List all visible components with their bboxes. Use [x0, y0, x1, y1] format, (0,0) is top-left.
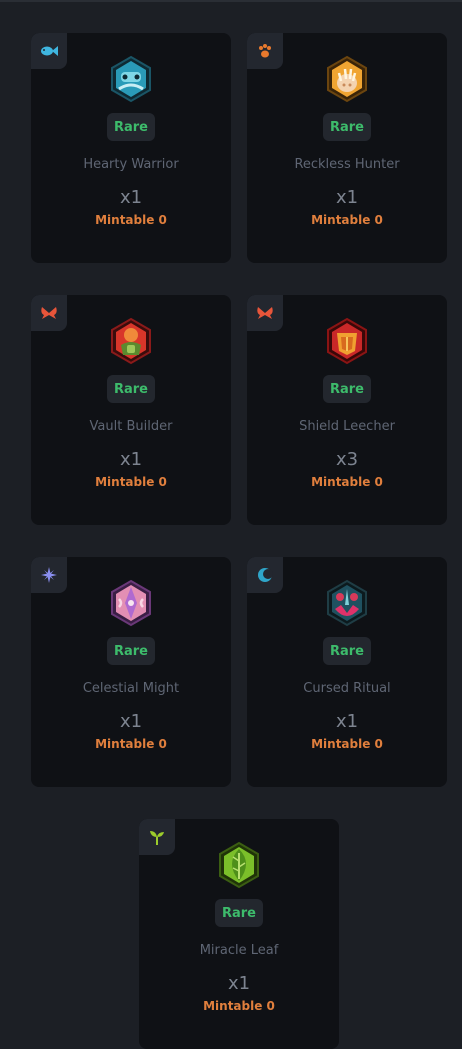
card-name: Reckless Hunter — [294, 157, 400, 172]
paw-icon — [259, 44, 271, 58]
card-cursed-ritual[interactable]: Rare Cursed Ritual x1 Mintable 0 — [247, 557, 447, 787]
card-quantity: x1 — [119, 711, 143, 732]
class-badge — [247, 33, 283, 69]
ritual-emblem-icon — [327, 579, 367, 627]
rarity-badge: Rare — [323, 637, 371, 665]
card-name: Cursed Ritual — [303, 681, 391, 696]
card-shield-leecher[interactable]: Rare Shield Leecher x3 Mintable 0 — [247, 295, 447, 525]
rarity-badge: Rare — [107, 637, 155, 665]
mintable-count: Mintable 0 — [311, 475, 383, 489]
rarity-badge: Rare — [323, 375, 371, 403]
class-badge — [247, 295, 283, 331]
card-quantity: x1 — [119, 187, 143, 208]
card-quantity: x1 — [335, 711, 359, 732]
leecher-emblem-icon — [327, 317, 367, 365]
card-name: Vault Builder — [89, 419, 173, 434]
rarity-badge: Rare — [107, 375, 155, 403]
rarity-badge: Rare — [107, 113, 155, 141]
mintable-count: Mintable 0 — [203, 999, 275, 1013]
class-badge — [31, 33, 67, 69]
card-vault-builder[interactable]: Rare Vault Builder x1 Mintable 0 — [31, 295, 231, 525]
class-badge — [31, 557, 67, 593]
card-hearty-warrior[interactable]: Rare Hearty Warrior x1 Mintable 0 — [31, 33, 231, 263]
warrior-emblem-icon — [111, 55, 151, 103]
star-icon — [41, 567, 57, 583]
card-quantity: x1 — [335, 187, 359, 208]
butterfly-icon — [257, 307, 273, 319]
might-emblem-icon — [111, 579, 151, 627]
moon-icon — [258, 568, 273, 582]
mintable-count: Mintable 0 — [311, 737, 383, 751]
card-quantity: x1 — [227, 973, 251, 994]
mintable-count: Mintable 0 — [95, 213, 167, 227]
mintable-count: Mintable 0 — [95, 475, 167, 489]
rarity-badge: Rare — [323, 113, 371, 141]
leaf-emblem-icon — [219, 841, 259, 889]
card-name: Celestial Might — [82, 681, 180, 696]
rarity-badge: Rare — [215, 899, 263, 927]
mintable-count: Mintable 0 — [311, 213, 383, 227]
card-name: Hearty Warrior — [83, 157, 179, 172]
card-reckless-hunter[interactable]: Rare Reckless Hunter x1 Mintable 0 — [247, 33, 447, 263]
card-name: Miracle Leaf — [199, 943, 279, 958]
class-badge — [31, 295, 67, 331]
card-quantity: x3 — [335, 449, 359, 470]
card-quantity: x1 — [119, 449, 143, 470]
fish-icon — [41, 46, 58, 56]
butterfly-icon — [41, 307, 57, 319]
card-celestial-might[interactable]: Rare Celestial Might x1 Mintable 0 — [31, 557, 231, 787]
card-miracle-leaf[interactable]: Rare Miracle Leaf x1 Mintable 0 — [139, 819, 339, 1049]
builder-emblem-icon — [111, 317, 151, 365]
hunter-emblem-icon — [327, 55, 367, 103]
class-badge — [247, 557, 283, 593]
card-grid: Rare Hearty Warrior x1 Mintable 0 Rare R… — [0, 0, 462, 1049]
class-badge — [139, 819, 175, 855]
card-name: Shield Leecher — [299, 419, 395, 434]
mintable-count: Mintable 0 — [95, 737, 167, 751]
sprout-icon — [150, 831, 164, 845]
